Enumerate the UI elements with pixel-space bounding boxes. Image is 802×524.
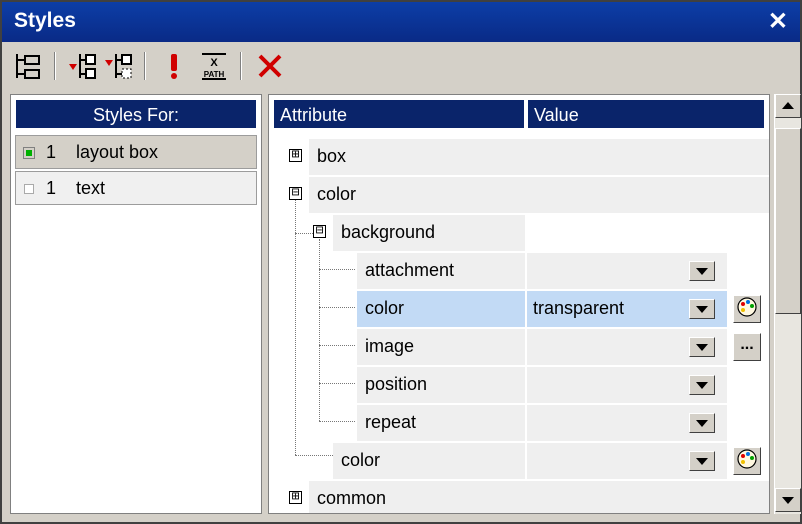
attr-label: repeat [365,412,417,432]
scroll-down-button[interactable] [775,488,801,512]
attr-label: color [317,184,357,204]
collapse-icon[interactable]: ⊟ [289,186,302,200]
add-style-icon[interactable] [66,50,98,82]
attr-label: image [365,336,415,356]
tree-row-image[interactable]: image ... [269,329,769,365]
attr-label: attachment [365,260,455,280]
tree-row-text-color[interactable]: color [269,443,769,479]
value-dropdown-button[interactable] [689,337,715,357]
value-dropdown-button[interactable] [689,261,715,281]
tree-row-color[interactable]: ⊟ color [269,177,769,213]
value-dropdown-button[interactable] [689,451,715,471]
expand-icon[interactable]: ⊞ [289,148,302,162]
value-column-header[interactable]: Value [527,99,765,129]
attribute-column-header[interactable]: Attribute [273,99,525,129]
styles-for-header: Styles For: [15,99,257,129]
attr-label: common [317,488,387,508]
attr-label: box [317,146,347,166]
attr-label: position [365,374,428,394]
close-icon[interactable]: ✕ [768,7,788,36]
color-picker-button[interactable] [733,295,761,323]
collapse-icon[interactable]: ⊟ [313,224,326,238]
tree-row-attachment[interactable]: attachment [269,253,769,289]
styles-window: Styles ✕ X PATH Styles For: 1 layout box… [0,0,802,524]
value-dropdown-button[interactable] [689,299,715,319]
item-number: 1 [46,178,57,198]
attr-label: color [365,298,405,318]
expand-icon[interactable]: ⊞ [289,490,302,504]
window-title: Styles [14,9,76,32]
styles-for-panel: Styles For: 1 layout box 1 text [10,94,262,514]
unselected-marker-icon [24,184,34,194]
item-label: text [76,178,106,198]
palette-icon [737,449,757,469]
scroll-up-button[interactable] [775,94,801,118]
vertical-scrollbar[interactable] [774,94,801,514]
tree-row-position[interactable]: position [269,367,769,403]
browse-button[interactable]: ... [733,333,761,361]
value-dropdown-button[interactable] [689,413,715,433]
item-label: layout box [76,142,159,162]
list-item-layout-box[interactable]: 1 layout box [15,135,257,169]
tree-view-icon[interactable] [12,50,44,82]
color-picker-button[interactable] [733,447,761,475]
item-number: 1 [46,142,57,162]
tree-row-bg-color[interactable]: color transparent [269,291,769,327]
value-dropdown-button[interactable] [689,375,715,395]
arrow-down-icon [782,497,794,504]
tree-row-repeat[interactable]: repeat [269,405,769,441]
scroll-thumb[interactable] [775,128,801,314]
svg-text:X: X [210,57,218,69]
selected-marker-icon [23,147,35,159]
toolbar: X PATH [2,42,800,90]
tree-row-common[interactable]: ⊞ common [269,481,769,513]
important-icon[interactable] [158,50,190,82]
title-bar: Styles ✕ [2,2,800,42]
arrow-up-icon [782,102,794,109]
attr-label: color [341,450,381,470]
attr-label: background [341,222,436,242]
attributes-panel: Attribute Value ⊞ box ⊟ color ⊟ backgrou… [268,94,770,514]
list-item-text[interactable]: 1 text [15,171,257,205]
add-nested-style-icon[interactable] [102,50,134,82]
delete-icon[interactable] [254,50,286,82]
xpath-icon[interactable]: X PATH [198,50,230,82]
palette-icon [737,297,757,317]
svg-text:PATH: PATH [204,70,225,79]
tree-row-background[interactable]: ⊟ background [269,215,769,251]
tree-row-box[interactable]: ⊞ box [269,139,769,175]
